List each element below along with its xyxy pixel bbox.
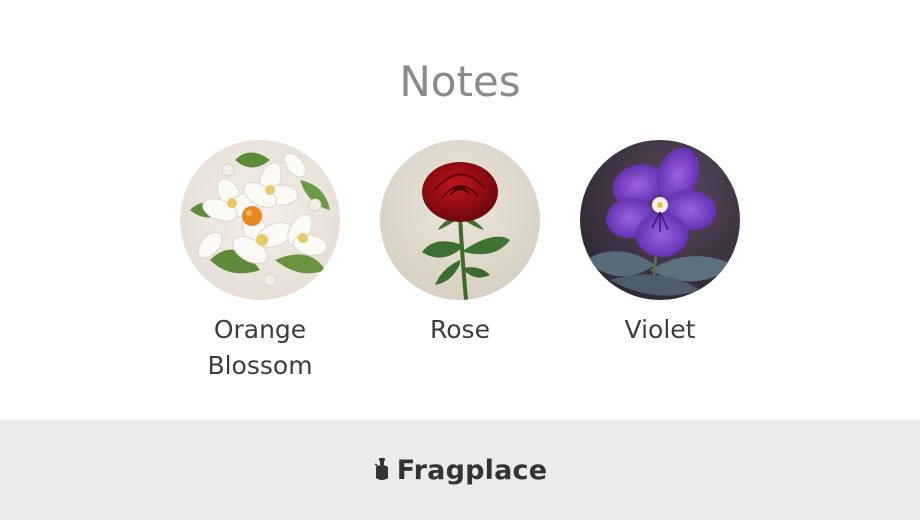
footer: Fragplace xyxy=(0,420,920,520)
violet-image xyxy=(580,140,740,300)
note-label: Rose xyxy=(430,315,490,344)
brand-name: Fragplace xyxy=(396,454,548,486)
notes-section: Notes Orange Blossom Rose Violet xyxy=(0,0,920,420)
orange-blossom-image xyxy=(180,140,340,300)
rose-image xyxy=(380,140,540,300)
notes-list: Orange Blossom Rose Violet xyxy=(0,140,920,400)
note-item-orange-blossom[interactable]: Orange Blossom xyxy=(160,140,360,384)
brand[interactable]: Fragplace xyxy=(0,452,920,488)
perfume-bottle-icon xyxy=(374,458,388,480)
note-item-rose[interactable]: Rose xyxy=(360,140,560,348)
note-label: Violet xyxy=(624,315,696,344)
note-label: Orange Blossom xyxy=(207,315,313,380)
notes-title: Notes xyxy=(399,57,521,106)
note-item-violet[interactable]: Violet xyxy=(560,140,760,348)
